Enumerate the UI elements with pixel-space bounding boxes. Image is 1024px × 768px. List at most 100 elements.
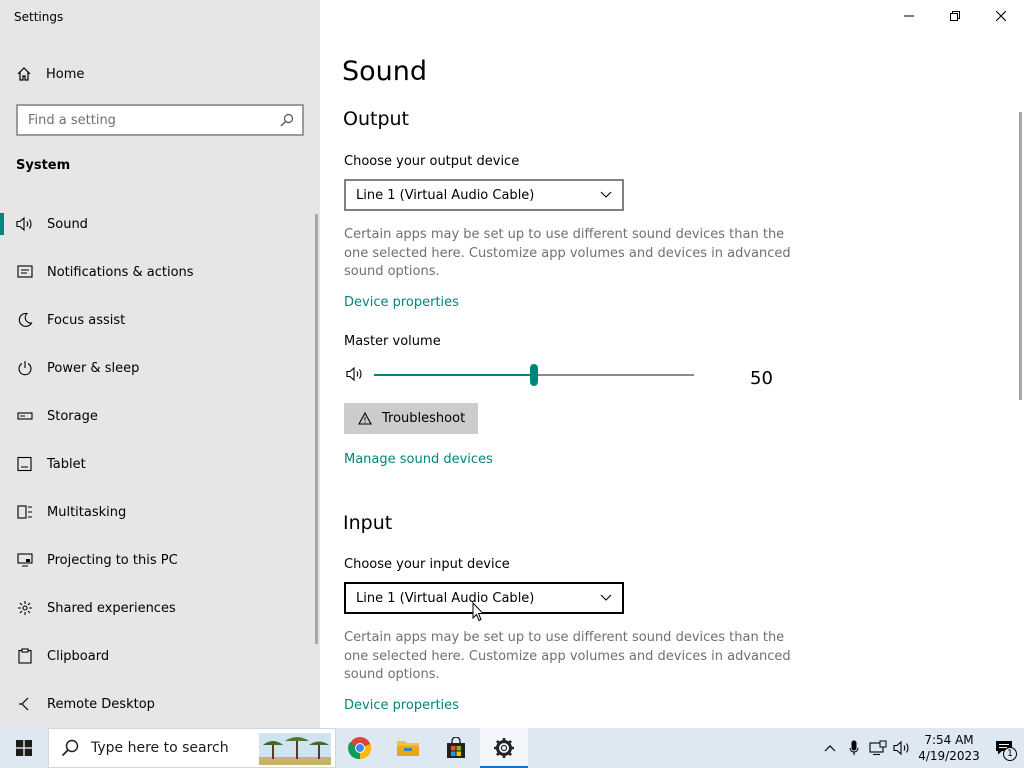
file-explorer-taskbar-button[interactable]	[384, 728, 432, 768]
search-highlight-trees-icon	[259, 733, 331, 765]
output-description: Certain apps may be set up to use differ…	[344, 227, 791, 279]
main-content: Sound Output Choose your output device L…	[320, 0, 1024, 728]
home-label: Home	[46, 66, 85, 82]
sidebar-item-clipboard[interactable]: Clipboard	[0, 632, 316, 680]
input-device-properties-link[interactable]: Device properties	[344, 698, 459, 713]
share-icon	[16, 599, 34, 617]
sidebar-scrollbar[interactable]	[315, 214, 318, 644]
input-device-dropdown[interactable]: Line 1 (Virtual Audio Cable)	[344, 582, 624, 614]
clock-time: 7:54 AM	[924, 733, 974, 747]
sidebar-item-label: Multitasking	[47, 504, 127, 520]
volume-thumb[interactable]	[530, 364, 538, 386]
settings-taskbar-button[interactable]	[480, 728, 528, 768]
notification-icon	[16, 263, 34, 281]
start-button[interactable]	[0, 728, 48, 768]
microphone-tray-button[interactable]	[842, 728, 866, 768]
home-link[interactable]: Home	[16, 64, 84, 84]
settings-search-placeholder: Find a setting	[28, 112, 116, 128]
sidebar-item-shared-experiences[interactable]: Shared experiences	[0, 584, 316, 632]
sidebar-item-multitasking[interactable]: Multitasking	[0, 488, 316, 536]
warning-icon	[358, 412, 372, 425]
power-icon	[16, 359, 34, 377]
chevron-up-icon	[824, 745, 836, 752]
sidebar-item-power-sleep[interactable]: Power & sleep	[0, 344, 316, 392]
sidebar-item-label: Remote Desktop	[47, 696, 155, 712]
sidebar-item-label: Sound	[47, 216, 88, 232]
sidebar-item-label: Projecting to this PC	[47, 552, 178, 568]
output-heading: Output	[343, 108, 409, 130]
sidebar-nav: Sound Notifications & actions Focus assi…	[0, 200, 316, 728]
input-heading: Input	[343, 512, 393, 534]
store-taskbar-button[interactable]	[432, 728, 480, 768]
chrome-icon	[348, 737, 372, 760]
sidebar: Settings Home Find a setting System Soun…	[0, 0, 320, 728]
search-icon	[61, 739, 79, 757]
output-device-dropdown[interactable]: Line 1 (Virtual Audio Cable)	[344, 179, 624, 211]
sidebar-item-label: Clipboard	[47, 648, 110, 664]
master-volume-value: 50	[750, 368, 773, 389]
sidebar-item-focus-assist[interactable]: Focus assist	[0, 296, 316, 344]
taskbar: Type here to search 7:54 AM 4/19/2023 1	[0, 728, 1024, 768]
sidebar-item-notifications[interactable]: Notifications & actions	[0, 248, 316, 296]
gear-icon	[494, 738, 514, 758]
windows-logo-icon	[16, 740, 32, 756]
troubleshoot-button[interactable]: Troubleshoot	[344, 403, 478, 434]
sidebar-item-label: Shared experiences	[47, 600, 176, 616]
clipboard-icon	[16, 647, 34, 665]
show-hidden-icons-button[interactable]	[818, 728, 842, 768]
taskbar-search-placeholder: Type here to search	[91, 740, 229, 756]
input-device-label: Choose your input device	[344, 557, 510, 572]
store-icon	[447, 737, 465, 758]
sidebar-item-storage[interactable]: Storage	[0, 392, 316, 440]
chevron-down-icon	[600, 191, 612, 198]
folder-icon	[397, 741, 419, 756]
troubleshoot-label: Troubleshoot	[382, 411, 466, 426]
speaker-icon	[16, 215, 34, 233]
home-icon	[17, 67, 31, 81]
sidebar-item-label: Notifications & actions	[47, 264, 194, 280]
sidebar-item-label: Storage	[47, 408, 98, 424]
sidebar-item-tablet[interactable]: Tablet	[0, 440, 316, 488]
taskbar-search-box[interactable]: Type here to search	[48, 728, 336, 768]
storage-icon	[16, 407, 34, 425]
remote-desktop-icon	[16, 695, 34, 713]
network-tray-button[interactable]	[866, 728, 890, 768]
action-center-button[interactable]: 1	[984, 728, 1024, 768]
microphone-icon	[849, 740, 859, 755]
master-volume-label: Master volume	[344, 334, 441, 349]
clock-date: 4/19/2023	[918, 749, 980, 763]
settings-search-input[interactable]: Find a setting	[16, 104, 304, 136]
search-icon[interactable]	[280, 113, 294, 127]
chrome-taskbar-button[interactable]	[336, 728, 384, 768]
mouse-cursor-icon	[472, 602, 484, 622]
chevron-down-icon	[600, 594, 612, 601]
notification-count-badge: 1	[1003, 747, 1017, 761]
input-description: Certain apps may be set up to use differ…	[344, 630, 791, 682]
master-volume-slider[interactable]	[344, 364, 784, 388]
main-scrollbar[interactable]	[1019, 112, 1022, 400]
sidebar-item-label: Focus assist	[47, 312, 126, 328]
system-tray: 7:54 AM 4/19/2023 1	[818, 728, 1024, 768]
section-label: System	[16, 158, 71, 173]
manage-sound-devices-link[interactable]: Manage sound devices	[344, 452, 493, 467]
sidebar-item-sound[interactable]: Sound	[0, 200, 316, 248]
output-device-value: Line 1 (Virtual Audio Cable)	[356, 187, 535, 203]
volume-speaker-icon[interactable]	[346, 366, 364, 382]
multitasking-icon	[16, 503, 34, 521]
moon-icon	[16, 311, 34, 329]
sidebar-item-label: Power & sleep	[47, 360, 140, 376]
projector-icon	[16, 551, 34, 569]
network-icon	[869, 740, 887, 756]
sidebar-item-remote-desktop[interactable]: Remote Desktop	[0, 680, 316, 728]
volume-fill	[374, 374, 534, 376]
tablet-icon	[16, 455, 34, 473]
output-device-properties-link[interactable]: Device properties	[344, 295, 459, 310]
speaker-icon	[893, 740, 909, 756]
sidebar-item-projecting[interactable]: Projecting to this PC	[0, 536, 316, 584]
volume-tray-button[interactable]	[890, 728, 914, 768]
page-title: Sound	[342, 56, 428, 87]
taskbar-clock[interactable]: 7:54 AM 4/19/2023	[914, 732, 984, 764]
output-device-label: Choose your output device	[344, 154, 520, 169]
window-title: Settings	[14, 10, 64, 24]
sidebar-item-label: Tablet	[47, 456, 86, 472]
